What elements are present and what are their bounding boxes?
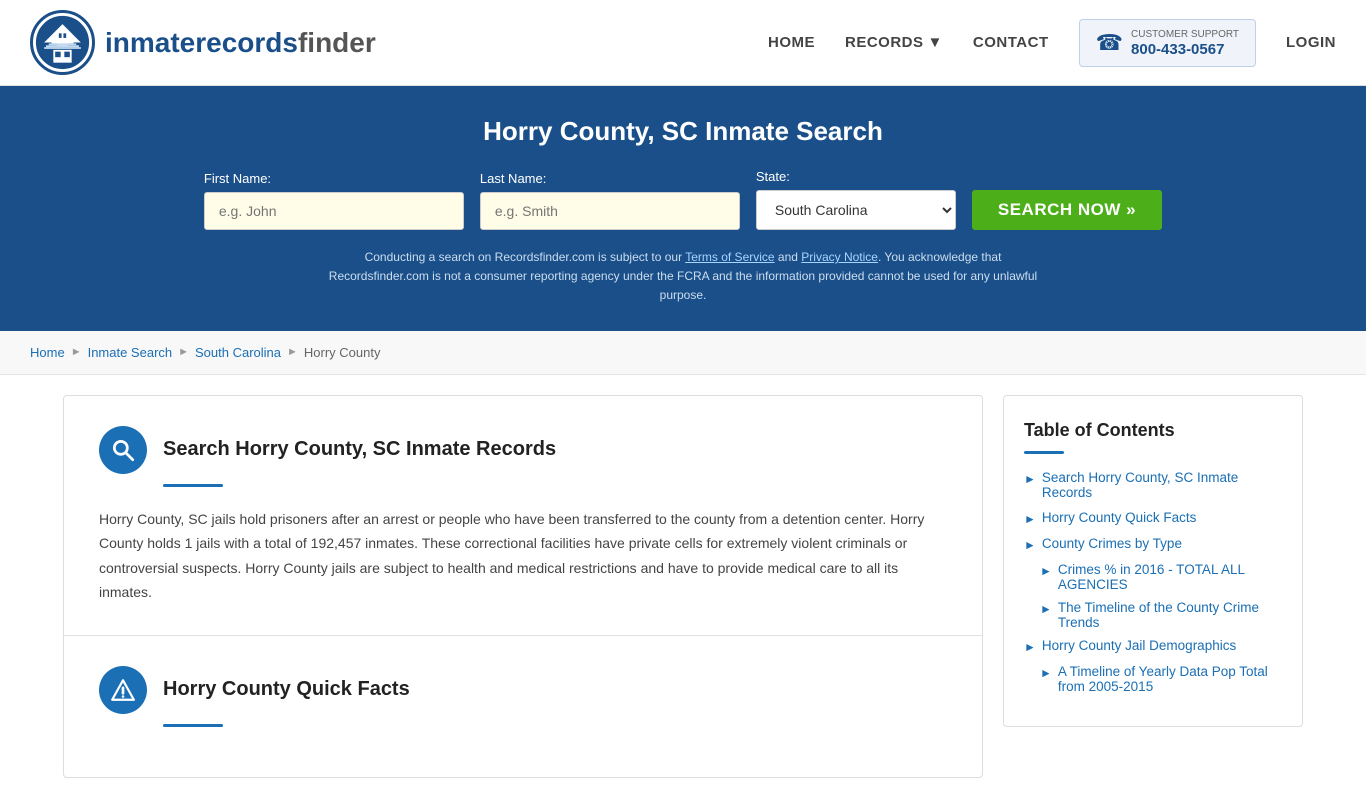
last-name-group: Last Name: [480, 171, 740, 230]
breadcrumb-home[interactable]: Home [30, 345, 65, 360]
breadcrumb-sep-1: ► [71, 346, 82, 358]
content-main: Search Horry County, SC Inmate Records H… [63, 395, 983, 778]
main-container: Search Horry County, SC Inmate Records H… [43, 395, 1323, 778]
toc-link-1[interactable]: ► Search Horry County, SC Inmate Records [1024, 470, 1282, 500]
toc-subitem-1: ► Crimes % in 2016 - TOTAL ALL AGENCIES [1040, 562, 1282, 592]
toc-label-2: Horry County Quick Facts [1042, 510, 1197, 525]
toc-item-3: ► County Crimes by Type [1024, 536, 1282, 552]
toc-arrow-1: ► [1024, 472, 1036, 486]
nav-records-label: RECORDS [845, 34, 924, 51]
search-button[interactable]: SEARCH NOW » [972, 190, 1162, 230]
breadcrumb-sep-3: ► [287, 346, 298, 358]
banner-title: Horry County, SC Inmate Search [20, 116, 1346, 147]
toc-sub-arrow-3: ► [1040, 666, 1052, 680]
toc-sub-arrow-1: ► [1040, 564, 1052, 578]
toc-link-3[interactable]: ► County Crimes by Type [1024, 536, 1282, 552]
first-name-label: First Name: [204, 171, 464, 186]
breadcrumb-current: Horry County [304, 345, 381, 360]
nav-login[interactable]: LOGIN [1286, 34, 1336, 51]
toc-sublabel-2: The Timeline of the County Crime Trends [1058, 600, 1282, 630]
section2-divider [163, 724, 223, 727]
section1-header: Search Horry County, SC Inmate Records [99, 426, 947, 474]
toc-item-4: ► Horry County Jail Demographics [1024, 638, 1282, 654]
breadcrumb-inmate-search[interactable]: Inmate Search [88, 345, 173, 360]
main-nav: HOME RECORDS ▼ CONTACT ☎ CUSTOMER SUPPOR… [768, 19, 1336, 67]
toc-sublabel-1: Crimes % in 2016 - TOTAL ALL AGENCIES [1058, 562, 1282, 592]
support-info: CUSTOMER SUPPORT 800-433-0567 [1131, 28, 1239, 58]
toc-title: Table of Contents [1024, 420, 1282, 441]
search-form: First Name: Last Name: State: South Caro… [20, 169, 1346, 230]
toc-sublabel-3: A Timeline of Yearly Data Pop Total from… [1058, 664, 1282, 694]
nav-records[interactable]: RECORDS ▼ [845, 34, 943, 51]
state-select[interactable]: South Carolina [756, 190, 956, 230]
nav-home[interactable]: HOME [768, 34, 815, 51]
logo-area: inmaterecordsfinder [30, 10, 376, 75]
logo-text: inmaterecordsfinder [105, 27, 376, 59]
support-label: CUSTOMER SUPPORT [1131, 28, 1239, 41]
last-name-input[interactable] [480, 192, 740, 230]
breadcrumb: Home ► Inmate Search ► South Carolina ► … [0, 331, 1366, 375]
terms-link[interactable]: Terms of Service [685, 250, 774, 264]
logo-icon [30, 10, 95, 75]
toc-subitem-2: ► The Timeline of the County Crime Trend… [1040, 600, 1282, 630]
search-section-icon [99, 426, 147, 474]
nav-contact[interactable]: CONTACT [973, 34, 1049, 51]
toc-label-3: County Crimes by Type [1042, 536, 1182, 551]
state-label: State: [756, 169, 956, 184]
toc-sublink-3[interactable]: ► A Timeline of Yearly Data Pop Total fr… [1040, 664, 1282, 694]
toc-link-4[interactable]: ► Horry County Jail Demographics [1024, 638, 1282, 654]
alert-section-icon [99, 666, 147, 714]
section1-divider [163, 484, 223, 487]
chevron-down-icon: ▼ [928, 34, 943, 51]
disclaimer-text: Conducting a search on Recordsfinder.com… [323, 248, 1043, 306]
section2-title: Horry County Quick Facts [163, 678, 410, 701]
state-group: State: South Carolina [756, 169, 956, 230]
customer-support-box: ☎ CUSTOMER SUPPORT 800-433-0567 [1079, 19, 1256, 67]
toc-arrow-4: ► [1024, 640, 1036, 654]
logo-bold-text: finder [298, 27, 376, 58]
toc-item-2: ► Horry County Quick Facts [1024, 510, 1282, 526]
toc-arrow-2: ► [1024, 512, 1036, 526]
breadcrumb-sep-2: ► [178, 346, 189, 358]
first-name-group: First Name: [204, 171, 464, 230]
section1-title: Search Horry County, SC Inmate Records [163, 438, 556, 461]
toc-sublink-1[interactable]: ► Crimes % in 2016 - TOTAL ALL AGENCIES [1040, 562, 1282, 592]
logo-main-text: inmaterecords [105, 27, 298, 58]
search-banner: Horry County, SC Inmate Search First Nam… [0, 86, 1366, 331]
toc-subitem-3: ► A Timeline of Yearly Data Pop Total fr… [1040, 664, 1282, 694]
section2-header: Horry County Quick Facts [99, 666, 947, 714]
toc-item-1: ► Search Horry County, SC Inmate Records [1024, 470, 1282, 500]
toc-arrow-3: ► [1024, 538, 1036, 552]
toc-list: ► Search Horry County, SC Inmate Records… [1024, 470, 1282, 694]
toc-sub-arrow-2: ► [1040, 602, 1052, 616]
toc-link-2[interactable]: ► Horry County Quick Facts [1024, 510, 1282, 526]
sidebar-toc: Table of Contents ► Search Horry County,… [1003, 395, 1303, 727]
toc-sublist-2: ► A Timeline of Yearly Data Pop Total fr… [1024, 664, 1282, 694]
toc-sublink-2[interactable]: ► The Timeline of the County Crime Trend… [1040, 600, 1282, 630]
section-separator [64, 635, 982, 636]
toc-sublist: ► Crimes % in 2016 - TOTAL ALL AGENCIES … [1024, 562, 1282, 630]
toc-label-1: Search Horry County, SC Inmate Records [1042, 470, 1282, 500]
section1-body: Horry County, SC jails hold prisoners af… [99, 507, 947, 605]
toc-label-4: Horry County Jail Demographics [1042, 638, 1236, 653]
privacy-link[interactable]: Privacy Notice [801, 250, 878, 264]
headset-icon: ☎ [1096, 30, 1123, 56]
breadcrumb-south-carolina[interactable]: South Carolina [195, 345, 281, 360]
first-name-input[interactable] [204, 192, 464, 230]
last-name-label: Last Name: [480, 171, 740, 186]
site-header: inmaterecordsfinder HOME RECORDS ▼ CONTA… [0, 0, 1366, 86]
support-phone: 800-433-0567 [1131, 41, 1239, 58]
toc-divider [1024, 451, 1064, 454]
